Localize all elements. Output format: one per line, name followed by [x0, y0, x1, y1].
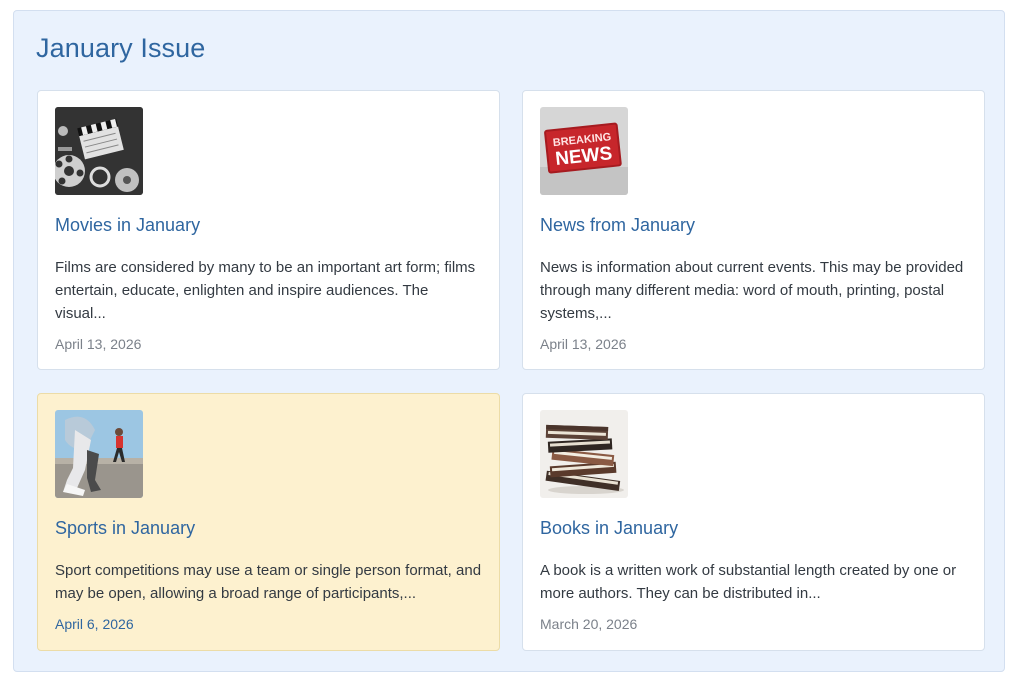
card-description: A book is a written work of substantial …: [540, 562, 957, 602]
card-date: April 6, 2026: [55, 616, 134, 632]
issue-panel: January Issue Movies in January Films ar…: [13, 10, 1005, 672]
card-date: April 13, 2026: [540, 336, 627, 352]
article-card-news[interactable]: BREAKING NEWS News from January News is …: [522, 90, 985, 370]
books-thumbnail[interactable]: [540, 410, 628, 498]
article-card-books[interactable]: Books in January A book is a written wor…: [522, 393, 985, 651]
card-title-link[interactable]: Movies in January: [55, 215, 200, 236]
article-card-movies[interactable]: Movies in January Films are considered b…: [37, 90, 500, 370]
card-description: News is information about current events…: [540, 259, 964, 322]
card-date: April 13, 2026: [55, 336, 142, 352]
card-title-link[interactable]: Books in January: [540, 518, 678, 539]
news-thumbnail[interactable]: BREAKING NEWS: [540, 107, 628, 195]
sports-thumbnail[interactable]: [55, 410, 143, 498]
runners-image: [55, 410, 143, 498]
breaking-news-image: BREAKING NEWS: [540, 107, 628, 195]
card-title-link[interactable]: News from January: [540, 215, 695, 236]
card-description: Films are considered by many to be an im…: [55, 259, 476, 322]
books-image: [540, 410, 628, 498]
section-title: January Issue: [36, 33, 206, 63]
card-description: Sport competitions may use a team or sin…: [55, 562, 482, 602]
film-reel-image: [55, 107, 143, 195]
article-card-sports[interactable]: Sports in January Sport competitions may…: [37, 393, 500, 651]
card-date: March 20, 2026: [540, 616, 638, 632]
card-title-link[interactable]: Sports in January: [55, 518, 195, 539]
movies-thumbnail[interactable]: [55, 107, 143, 195]
